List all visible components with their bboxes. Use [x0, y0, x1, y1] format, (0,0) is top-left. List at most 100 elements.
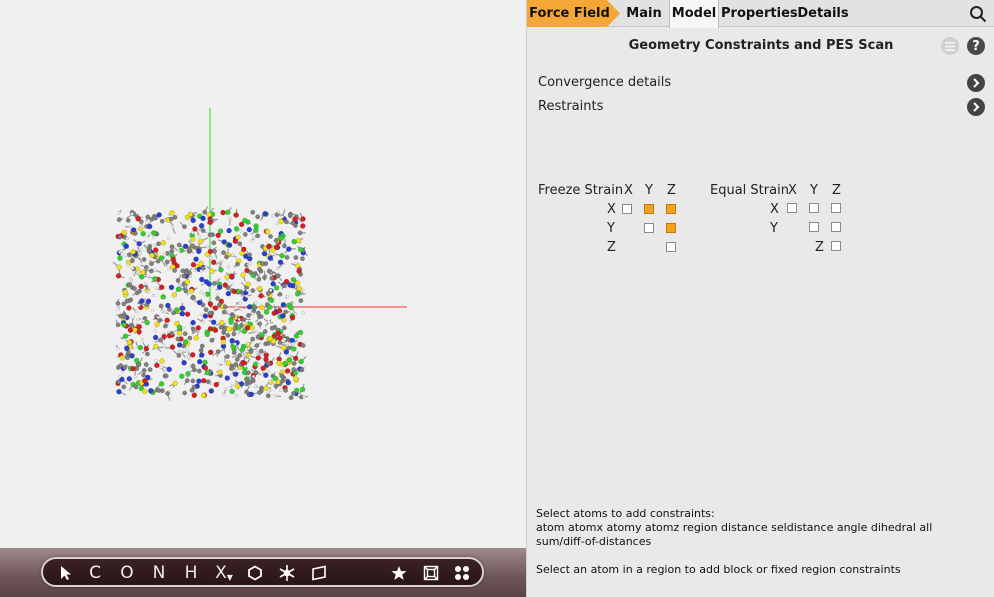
atom[interactable] — [184, 214, 191, 221]
atom[interactable] — [141, 368, 147, 373]
atom[interactable] — [252, 271, 258, 276]
atom[interactable] — [263, 309, 270, 315]
atom[interactable] — [146, 248, 152, 254]
atom[interactable] — [273, 285, 280, 291]
atom[interactable] — [163, 251, 167, 256]
atom[interactable] — [246, 226, 253, 233]
atom[interactable] — [255, 350, 259, 355]
atom[interactable] — [172, 380, 178, 386]
atom[interactable] — [121, 384, 127, 390]
atom[interactable] — [290, 277, 297, 283]
atom[interactable] — [146, 290, 150, 294]
atom[interactable] — [197, 234, 201, 238]
atom[interactable] — [189, 387, 195, 393]
atom[interactable] — [221, 309, 227, 315]
atom[interactable] — [148, 388, 154, 394]
atom[interactable] — [248, 391, 255, 398]
atom[interactable] — [188, 275, 192, 279]
atom[interactable] — [169, 244, 175, 250]
equal-xz-checkbox[interactable] — [831, 203, 841, 213]
atom[interactable] — [192, 226, 198, 232]
atom[interactable] — [283, 219, 289, 225]
atom[interactable] — [261, 250, 268, 257]
atom[interactable] — [297, 230, 303, 236]
atom[interactable] — [269, 325, 275, 331]
cell-box-icon[interactable] — [421, 562, 441, 584]
atom[interactable] — [218, 267, 224, 273]
atom[interactable] — [179, 305, 185, 311]
atom[interactable] — [142, 315, 148, 321]
atom[interactable] — [257, 363, 261, 367]
atom[interactable] — [196, 359, 203, 365]
atom[interactable] — [245, 294, 249, 298]
atom[interactable] — [239, 307, 243, 311]
atom[interactable] — [207, 326, 214, 332]
atom[interactable] — [266, 243, 272, 250]
dots-icon[interactable] — [451, 562, 473, 584]
atom[interactable] — [119, 249, 123, 253]
atom[interactable] — [284, 254, 290, 260]
atom[interactable] — [160, 294, 166, 300]
atom[interactable] — [258, 314, 264, 319]
atom[interactable] — [287, 282, 293, 288]
atom[interactable] — [116, 389, 122, 395]
atom[interactable] — [302, 395, 306, 399]
atom[interactable] — [243, 364, 247, 368]
carbon-button[interactable]: C — [85, 562, 105, 584]
freeze-zz-checkbox[interactable] — [666, 242, 676, 252]
atom[interactable] — [245, 319, 249, 323]
atom[interactable] — [128, 277, 133, 281]
atom[interactable] — [222, 304, 228, 310]
atom[interactable] — [217, 302, 222, 308]
atom[interactable] — [129, 258, 135, 264]
atom[interactable] — [165, 391, 171, 396]
atom[interactable] — [212, 248, 218, 254]
atom[interactable] — [300, 223, 306, 229]
atom[interactable] — [276, 308, 283, 314]
atom[interactable] — [265, 361, 271, 366]
atom[interactable] — [154, 321, 160, 327]
atom[interactable] — [196, 368, 202, 374]
atom[interactable] — [141, 388, 148, 394]
atom[interactable] — [212, 327, 219, 333]
atom[interactable] — [236, 331, 240, 335]
atom[interactable] — [145, 298, 152, 304]
oxygen-button[interactable]: O — [117, 562, 137, 584]
atom[interactable] — [131, 315, 135, 319]
atom[interactable] — [133, 384, 139, 390]
atom[interactable] — [186, 354, 190, 358]
atom[interactable] — [283, 337, 287, 341]
atom[interactable] — [125, 236, 129, 241]
atom[interactable] — [280, 313, 286, 319]
atom[interactable] — [288, 395, 294, 401]
atom[interactable] — [117, 234, 123, 240]
other-element-button[interactable]: X ▼ — [211, 562, 237, 584]
atom[interactable] — [196, 378, 202, 384]
atom[interactable] — [119, 355, 126, 361]
atom[interactable] — [186, 246, 192, 252]
atom[interactable] — [211, 280, 217, 286]
atom[interactable] — [137, 303, 141, 307]
atom[interactable] — [190, 363, 196, 369]
atom-cloud[interactable] — [112, 206, 308, 401]
atom[interactable] — [127, 282, 133, 287]
atom[interactable] — [117, 211, 121, 215]
atom[interactable] — [154, 359, 158, 363]
molecule-viewer[interactable]: C O N H X ▼ — [0, 0, 526, 597]
atom[interactable] — [160, 309, 165, 313]
freeze-yy-checkbox[interactable] — [644, 223, 654, 233]
atom[interactable] — [121, 322, 127, 328]
atom[interactable] — [251, 312, 255, 316]
atom[interactable] — [273, 244, 280, 251]
atom[interactable] — [284, 368, 291, 374]
atom[interactable] — [233, 322, 239, 328]
atom[interactable] — [286, 357, 293, 363]
atom[interactable] — [145, 214, 151, 220]
atom[interactable] — [296, 286, 303, 292]
atom[interactable] — [156, 315, 160, 320]
atom[interactable] — [293, 376, 299, 382]
atom[interactable] — [162, 343, 166, 347]
atom[interactable] — [245, 281, 252, 287]
atom[interactable] — [272, 375, 278, 382]
atom[interactable] — [226, 310, 230, 314]
